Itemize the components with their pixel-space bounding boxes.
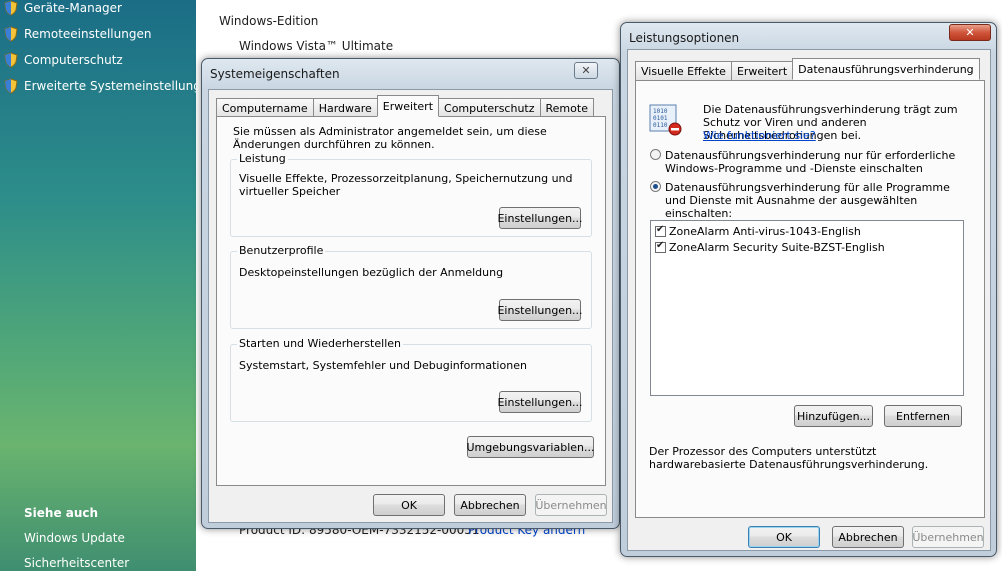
task-link-device-manager[interactable]: Geräte-Manager <box>4 0 122 18</box>
edition-value: Windows Vista™ Ultimate <box>239 39 394 53</box>
see-also-heading: Siehe auch <box>24 506 99 520</box>
cancel-button[interactable]: Abbrechen <box>454 494 526 516</box>
radio-all-programs[interactable] <box>650 181 661 192</box>
shield-icon <box>4 26 18 42</box>
svg-text:0101: 0101 <box>653 115 668 122</box>
list-item-label: ZoneAlarm Security Suite-BZST-English <box>669 241 885 254</box>
dialog-client: Visuelle Effekte Erweitert Datenausführu… <box>627 49 991 551</box>
tab-advanced[interactable]: Erweitert <box>376 95 440 117</box>
list-item[interactable]: ZoneAlarm Anti-virus-1043-English <box>655 224 861 239</box>
performance-text: Visuelle Effekte, Prozessorzeitplanung, … <box>239 172 573 198</box>
close-button[interactable]: ✕ <box>574 62 598 79</box>
tab-advanced[interactable]: Erweitert <box>730 61 794 80</box>
group-label: Starten und Wiederherstellen <box>237 337 403 350</box>
dialog-client: Computername Hardware Erweitert Computer… <box>208 89 613 523</box>
shield-icon <box>4 78 18 94</box>
dep-exception-list[interactable]: ZoneAlarm Anti-virus-1043-English ZoneAl… <box>650 220 964 396</box>
ok-button[interactable]: OK <box>748 526 820 548</box>
shield-icon <box>4 52 18 68</box>
svg-text:0110: 0110 <box>653 122 668 129</box>
dep-shield-icon: 1010 0101 0110 <box>648 103 684 140</box>
how-it-works-link[interactable]: Wie funktioniert sie? <box>703 129 816 142</box>
performance-settings-button[interactable]: Einstellungen... <box>497 207 583 229</box>
task-link-label: Remoteeinstellungen <box>24 27 152 41</box>
edition-heading: Windows-Edition <box>219 14 319 28</box>
task-link-label: Geräte-Manager <box>24 1 122 15</box>
tab-page-advanced: Sie müssen als Administrator angemeldet … <box>216 116 606 486</box>
task-link-advanced-settings[interactable]: Erweiterte Systemeinstellungen <box>4 76 216 96</box>
group-label: Leistung <box>237 152 288 165</box>
see-also-windows-update[interactable]: Windows Update <box>24 531 125 545</box>
task-pane: Geräte-Manager Remoteeinstellungen Compu… <box>0 0 216 571</box>
task-link-system-protection[interactable]: Computerschutz <box>4 50 123 70</box>
checkbox[interactable] <box>655 224 666 237</box>
window-title: Leistungsoptionen <box>629 31 740 45</box>
ok-button[interactable]: OK <box>373 494 445 516</box>
list-item[interactable]: ZoneAlarm Security Suite-BZST-English <box>655 240 885 255</box>
radio-all-label: Datenausführungsverhinderung für alle Pr… <box>665 181 950 220</box>
tab-system-protection[interactable]: Computerschutz <box>438 98 541 117</box>
close-icon: ✕ <box>581 64 591 77</box>
task-link-label: Erweiterte Systemeinstellungen <box>24 79 216 93</box>
user-profiles-settings-button[interactable]: Einstellungen... <box>497 299 583 321</box>
radio-essential-only[interactable] <box>650 149 661 160</box>
see-also-security-center[interactable]: Sicherheitscenter <box>24 556 129 570</box>
group-label: Benutzerprofile <box>237 244 326 257</box>
performance-options-window: Leistungsoptionen ✕ Visuelle Effekte Erw… <box>620 22 997 557</box>
close-icon: ✕ <box>965 26 975 39</box>
user-profiles-group: Benutzerprofile Desktopeinstellungen bez… <box>230 244 592 329</box>
startup-recovery-text: Systemstart, Systemfehler und Debuginfor… <box>239 359 527 372</box>
cancel-button[interactable]: Abbrechen <box>832 526 904 548</box>
user-profiles-text: Desktopeinstellungen bezüglich der Anmel… <box>239 266 504 279</box>
processor-note: Der Prozessor des Computers unterstützt … <box>649 445 929 471</box>
startup-recovery-group: Starten und Wiederherstellen Systemstart… <box>230 337 592 422</box>
tab-remote[interactable]: Remote <box>539 98 594 117</box>
task-link-label: Computerschutz <box>24 53 123 67</box>
tab-strip: Computername Hardware Erweitert Computer… <box>216 95 594 117</box>
close-button[interactable]: ✕ <box>949 24 991 41</box>
environment-variables-button[interactable]: Umgebungsvariablen... <box>467 436 595 458</box>
window-title: Systemeigenschaften <box>210 67 340 81</box>
shield-icon <box>4 0 18 16</box>
apply-button[interactable]: Übernehmen <box>912 526 984 548</box>
startup-recovery-settings-button[interactable]: Einstellungen... <box>497 391 583 413</box>
apply-button[interactable]: Übernehmen <box>535 494 607 516</box>
svg-text:1010: 1010 <box>653 108 668 115</box>
tab-dep[interactable]: Datenausführungsverhinderung <box>792 58 980 80</box>
tab-page-dep: 1010 0101 0110 Die Datenausführungsverhi… <box>635 80 985 518</box>
tab-strip: Visuelle Effekte Erweitert Datenausführu… <box>635 58 980 80</box>
tab-visual-effects[interactable]: Visuelle Effekte <box>635 61 732 80</box>
add-button[interactable]: Hinzufügen... <box>794 405 873 427</box>
checkbox[interactable] <box>655 240 666 253</box>
tab-computername[interactable]: Computername <box>216 98 314 117</box>
remove-button[interactable]: Entfernen <box>884 405 962 427</box>
performance-group: Leistung Visuelle Effekte, Prozessorzeit… <box>230 152 592 237</box>
tab-hardware[interactable]: Hardware <box>312 98 378 117</box>
radio-essential-label: Datenausführungsverhinderung nur für erf… <box>665 149 956 175</box>
list-item-label: ZoneAlarm Anti-virus-1043-English <box>669 225 861 238</box>
system-properties-window: Systemeigenschaften ✕ Computername Hardw… <box>201 58 620 529</box>
task-link-remote-settings[interactable]: Remoteeinstellungen <box>4 24 151 44</box>
admin-note: Sie müssen als Administrator angemeldet … <box>233 125 547 151</box>
